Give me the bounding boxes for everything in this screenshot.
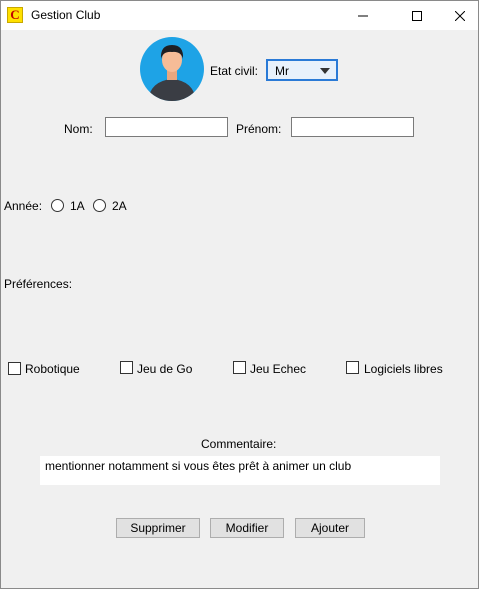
checkbox-jeu-echec[interactable] [233,361,246,374]
ajouter-button[interactable]: Ajouter [295,518,365,538]
chevron-down-icon[interactable] [320,68,330,74]
window-title: Gestion Club [31,8,101,22]
checkbox-jeu-de-go[interactable] [120,361,133,374]
annee-label: Année: [4,199,43,213]
etat-civil-value: Mr [275,64,289,78]
etat-civil-select[interactable]: Mr [266,59,338,81]
maximize-button[interactable] [394,1,440,30]
radio-2a[interactable] [93,199,106,212]
app-window: C Gestion Club Etat civil: Mr Nom: Préno… [0,0,479,589]
commentaire-label: Commentaire: [201,437,277,451]
commentaire-input[interactable]: mentionner notamment si vous êtes prêt à… [40,456,440,485]
nom-input[interactable] [105,117,228,137]
user-avatar-icon [140,37,204,101]
radio-1a[interactable] [51,199,64,212]
checkbox-logiciels-libres[interactable] [346,361,359,374]
minimize-icon [358,15,368,16]
radio-2a-label[interactable]: 2A [112,199,127,213]
form-area: Etat civil: Mr Nom: Prénom: Année: 1A 2A… [1,30,478,588]
checkbox-jeu-echec-label[interactable]: Jeu Echec [250,362,306,376]
etat-civil-label: Etat civil: [210,64,259,78]
radio-1a-label[interactable]: 1A [70,199,85,213]
app-c-icon: C [7,7,23,23]
modifier-button[interactable]: Modifier [210,518,284,538]
checkbox-logiciels-libres-label[interactable]: Logiciels libres [364,362,443,376]
prenom-input[interactable] [291,117,414,137]
prenom-label: Prénom: [236,122,282,136]
preferences-label: Préférences: [4,277,73,291]
supprimer-button[interactable]: Supprimer [116,518,200,538]
checkbox-robotique-label[interactable]: Robotique [25,362,80,376]
checkbox-jeu-de-go-label[interactable]: Jeu de Go [137,362,192,376]
minimize-button[interactable] [340,1,386,30]
checkbox-robotique[interactable] [8,362,21,375]
title-bar[interactable]: C Gestion Club [1,1,478,30]
maximize-icon [412,10,422,21]
close-button[interactable] [437,1,478,30]
nom-label: Nom: [64,122,93,136]
close-icon [455,10,465,21]
